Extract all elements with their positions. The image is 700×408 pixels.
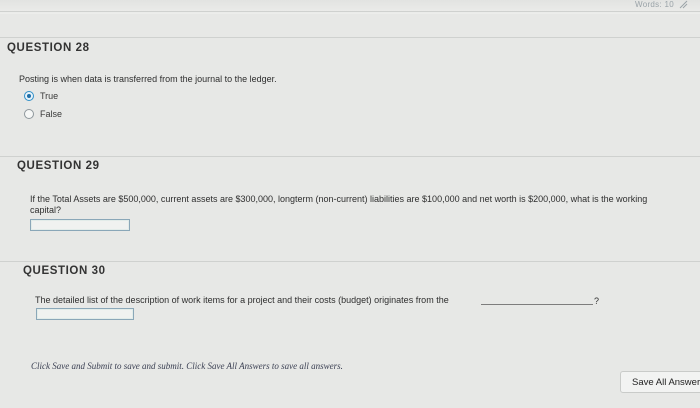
question-30-title: QUESTION 30 (23, 265, 106, 277)
top-divider (0, 11, 700, 12)
resize-handle-icon[interactable] (679, 0, 688, 9)
option-true[interactable]: True (24, 91, 58, 101)
radio-true[interactable] (24, 91, 34, 101)
question-29-text: If the Total Assets are $500,000, curren… (30, 194, 648, 215)
question-28-title: QUESTION 28 (7, 42, 90, 54)
question-30-text: The detailed list of the description of … (35, 295, 449, 305)
question-divider (0, 261, 700, 262)
question-divider (0, 37, 700, 38)
word-count-label: Words: 10 (634, 0, 674, 9)
question-29-answer-input[interactable] (30, 219, 130, 231)
option-false-label: False (40, 109, 63, 119)
save-all-answers-button[interactable]: Save All Answers (620, 371, 700, 393)
question-30-answer-input[interactable] (36, 308, 134, 320)
radio-false[interactable] (24, 109, 34, 119)
option-true-label: True (40, 91, 59, 101)
question-28-text: Posting is when data is transferred from… (19, 74, 277, 84)
question-29-title: QUESTION 29 (17, 160, 100, 172)
save-instructions: Click Save and Submit to save and submit… (31, 361, 343, 371)
fill-in-blank-line (481, 304, 593, 305)
question-divider (0, 156, 700, 157)
question-30-suffix: ? (594, 296, 600, 306)
option-false[interactable]: False (24, 109, 62, 119)
